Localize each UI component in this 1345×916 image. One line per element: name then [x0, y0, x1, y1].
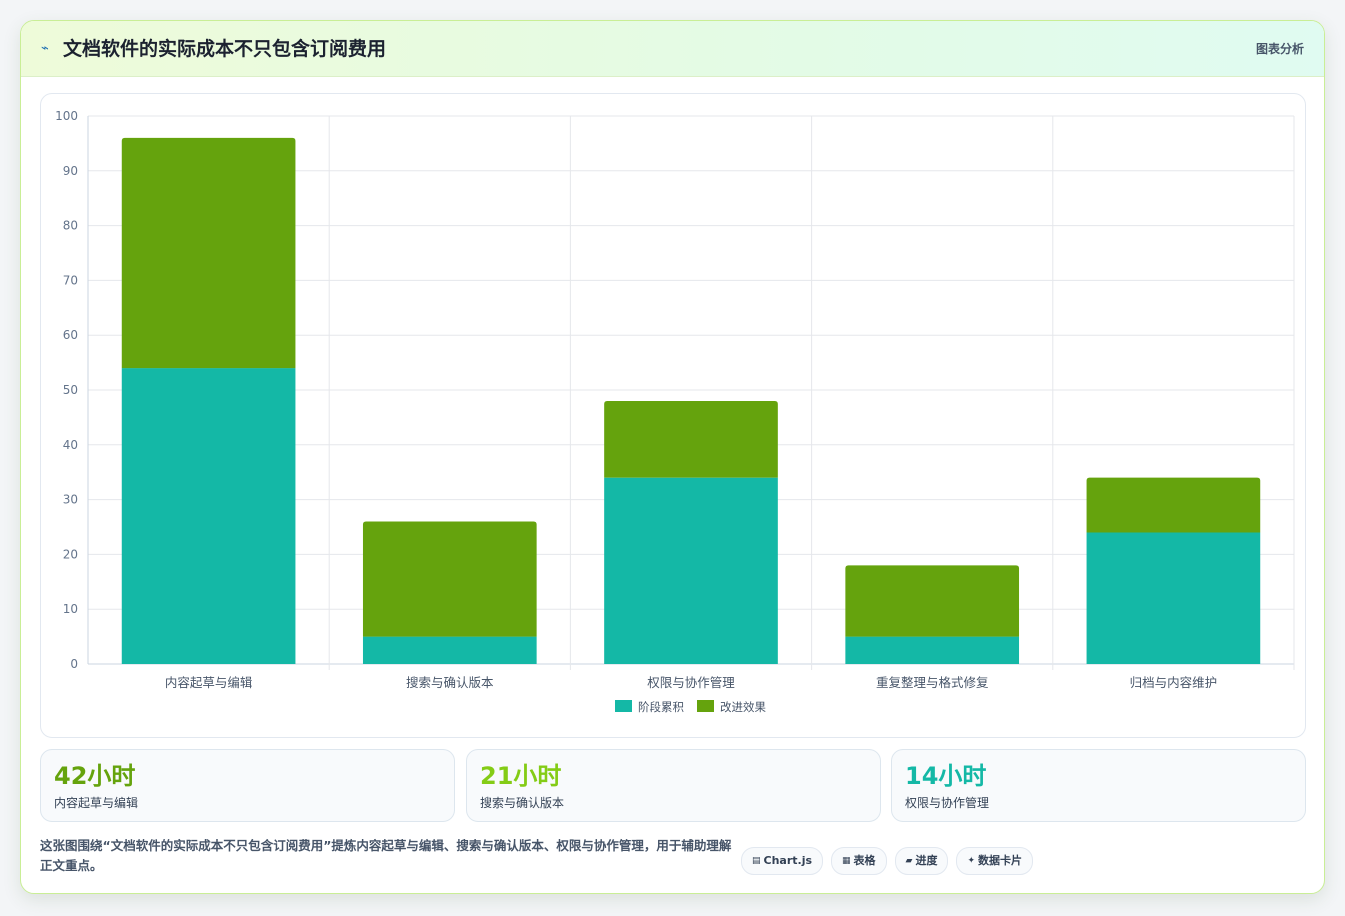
chart-panel: 0 10 20 30 40 50 60 70 80 90 100 内容起草与编辑 搜索与确认版本 权限与协…	[40, 93, 1306, 738]
stat-card-2: 21小时 搜索与确认版本	[466, 749, 881, 822]
legend-label: 阶段累积	[638, 700, 684, 714]
bar-segment	[362, 521, 537, 637]
tag-progress[interactable]: ▰ 进度	[894, 847, 949, 875]
bar-segment	[845, 565, 1020, 637]
stat-label: 权限与协作管理	[905, 796, 990, 810]
tag-label: Chart.js	[763, 854, 813, 867]
y-tick-label: 80	[63, 219, 78, 233]
chart-analysis-badge: 图表分析	[1255, 42, 1304, 56]
legend-label: 改进效果	[720, 700, 766, 714]
chart-card: ⌁ 文档软件的实际成本不只包含订阅费用 图表分析 0 10 20 30 40 50 60 70…	[20, 20, 1325, 894]
stat-value: 21小时	[480, 762, 562, 790]
chart-icon: ⌁	[41, 41, 49, 56]
tag-label: 进度	[915, 854, 938, 867]
y-tick-label: 10	[63, 602, 78, 616]
tag-list: ▤ Chart.js ▦ 表格 ▰ 进度 ✦ 数据卡片	[741, 847, 1034, 875]
tag-chartjs[interactable]: ▤ Chart.js	[741, 847, 824, 875]
y-tick-label: 40	[63, 438, 78, 452]
bar-segment	[362, 636, 537, 664]
summary-text: 这张图围绕“文档软件的实际成本不只包含订阅费用”提炼内容起草与编辑、搜索与确认版…	[40, 838, 732, 873]
x-tick-label: 搜索与确认版本	[406, 675, 494, 690]
bar-segment	[1086, 532, 1261, 664]
table-icon: ▦	[842, 856, 851, 866]
progress-icon: ▰	[905, 856, 913, 866]
y-tick-label: 30	[63, 493, 78, 507]
stat-label: 搜索与确认版本	[480, 796, 565, 810]
y-tick-label: 0	[70, 657, 78, 671]
tag-data-card[interactable]: ✦ 数据卡片	[956, 847, 1034, 875]
bar-segment	[604, 477, 778, 664]
bar-segment	[1086, 477, 1261, 533]
server-icon: ▤	[752, 856, 761, 866]
y-tick-label: 70	[63, 273, 78, 287]
bar-segment	[121, 368, 296, 664]
y-tick-label: 90	[63, 164, 78, 178]
stat-card-3: 14小时 权限与协作管理	[891, 749, 1306, 822]
bar-segment	[845, 636, 1020, 664]
sparkle-icon: ✦	[967, 856, 976, 866]
stat-value: 14小时	[905, 762, 987, 790]
stacked-bar-chart: 0 10 20 30 40 50 60 70 80 90 100 内容起草与编辑 搜索与确认版本 权限与协…	[55, 109, 1295, 714]
y-tick-label: 50	[63, 383, 78, 397]
page-title: 文档软件的实际成本不只包含订阅费用	[63, 38, 387, 60]
legend-swatch	[697, 700, 714, 712]
y-tick-label: 100	[55, 109, 78, 123]
tag-label: 数据卡片	[978, 854, 1023, 867]
x-tick-label: 重复整理与格式修复	[876, 675, 989, 690]
stat-label: 内容起草与编辑	[54, 796, 139, 810]
tag-table[interactable]: ▦ 表格	[831, 847, 887, 875]
x-tick-label: 内容起草与编辑	[165, 675, 253, 690]
y-tick-label: 60	[63, 328, 78, 342]
x-tick-label: 归档与内容维护	[1130, 675, 1218, 690]
legend-swatch	[615, 700, 632, 712]
tag-label: 表格	[853, 854, 876, 867]
y-tick-label: 20	[63, 547, 78, 561]
stat-value: 42小时	[54, 762, 136, 790]
stat-card-1: 42小时 内容起草与编辑	[40, 749, 455, 822]
card-header: ⌁ 文档软件的实际成本不只包含订阅费用 图表分析	[21, 21, 1324, 77]
x-tick-label: 权限与协作管理	[647, 675, 735, 690]
bar-segment	[604, 400, 778, 478]
bar-segment	[121, 137, 296, 369]
